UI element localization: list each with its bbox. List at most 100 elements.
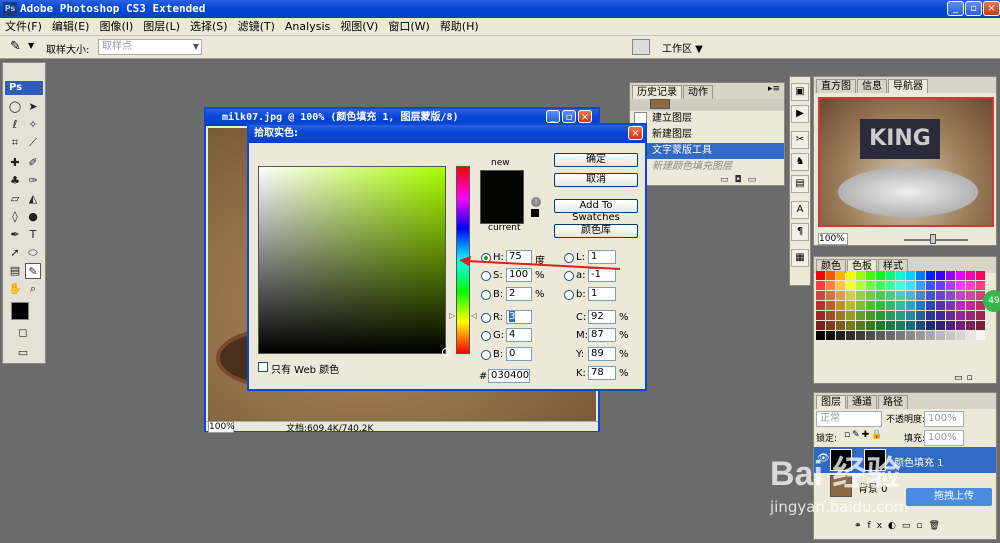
- brushes-icon[interactable]: ▣: [791, 83, 809, 101]
- swatch[interactable]: [816, 271, 825, 280]
- swatch[interactable]: [936, 311, 945, 320]
- swatch[interactable]: [906, 291, 915, 300]
- paint-bucket-icon[interactable]: ◭: [25, 191, 41, 207]
- shape-tool-icon[interactable]: ⬭: [25, 245, 41, 261]
- swatch[interactable]: [936, 301, 945, 310]
- swatch[interactable]: [936, 271, 945, 280]
- swatch[interactable]: [956, 331, 965, 340]
- foreground-color-swatch[interactable]: [11, 302, 29, 320]
- swatch[interactable]: [916, 331, 925, 340]
- web-safe-swatch[interactable]: [531, 209, 539, 217]
- swatch[interactable]: [856, 271, 865, 280]
- swatch[interactable]: [976, 311, 985, 320]
- eyedropper-tool-icon[interactable]: ✎: [25, 263, 41, 279]
- menu-select[interactable]: 选择(S): [185, 18, 233, 36]
- panel-menu-icon[interactable]: ▸≡: [768, 84, 780, 94]
- menu-image[interactable]: 图像(I): [94, 18, 138, 36]
- menu-edit[interactable]: 编辑(E): [47, 18, 95, 36]
- yellow-field[interactable]: 89: [588, 347, 616, 361]
- swatch[interactable]: [946, 311, 955, 320]
- swatch[interactable]: [946, 321, 955, 330]
- swatch[interactable]: [926, 281, 935, 290]
- swatches-footer-icons[interactable]: ▭▫: [954, 373, 977, 383]
- menu-help[interactable]: 帮助(H): [435, 18, 484, 36]
- web-colors-only-checkbox[interactable]: [258, 362, 268, 372]
- move-tool-icon[interactable]: ➤: [25, 99, 41, 115]
- history-snapshot[interactable]: [630, 99, 784, 111]
- swatch[interactable]: [916, 281, 925, 290]
- navigator-zoom-slider[interactable]: [904, 239, 968, 241]
- sample-size-select[interactable]: 取样点 ▼: [98, 39, 202, 55]
- swatch[interactable]: [886, 291, 895, 300]
- swatch[interactable]: [896, 301, 905, 310]
- swatch[interactable]: [966, 301, 975, 310]
- green-field[interactable]: 4: [506, 328, 532, 342]
- history-item[interactable]: 建立图层: [630, 111, 784, 127]
- swatch[interactable]: [866, 321, 875, 330]
- clone-source-icon[interactable]: ♞: [791, 153, 809, 171]
- swatch[interactable]: [866, 331, 875, 340]
- lab-b-field[interactable]: 1: [588, 287, 616, 301]
- swatch[interactable]: [896, 281, 905, 290]
- brightness-radio[interactable]: [481, 290, 491, 300]
- history-item[interactable]: 新建颜色填充图层: [630, 159, 784, 175]
- swatch[interactable]: [846, 321, 855, 330]
- swatch[interactable]: [866, 311, 875, 320]
- swatch[interactable]: [926, 321, 935, 330]
- tab-layers[interactable]: 图层: [816, 395, 846, 409]
- swatch[interactable]: [846, 311, 855, 320]
- swatch[interactable]: [826, 291, 835, 300]
- swatch[interactable]: [896, 291, 905, 300]
- swatch[interactable]: [956, 291, 965, 300]
- tab-history[interactable]: 历史记录: [632, 85, 682, 99]
- swatch[interactable]: [856, 331, 865, 340]
- menu-view[interactable]: 视图(V): [335, 18, 383, 36]
- menu-filter[interactable]: 滤镜(T): [233, 18, 280, 36]
- close-button[interactable]: ×: [983, 1, 1000, 16]
- drag-upload-button[interactable]: 拖拽上传: [906, 488, 992, 506]
- swatch[interactable]: [886, 311, 895, 320]
- navigator-preview[interactable]: KING: [818, 97, 994, 227]
- fill-field[interactable]: 100%: [924, 430, 964, 446]
- tab-histogram[interactable]: 直方图: [816, 79, 856, 93]
- tab-navigator[interactable]: 导航器: [888, 79, 928, 93]
- swatch[interactable]: [876, 281, 885, 290]
- opacity-field[interactable]: 100%: [924, 411, 964, 427]
- swatch[interactable]: [906, 331, 915, 340]
- swatch[interactable]: [956, 281, 965, 290]
- type-tool-icon[interactable]: T: [25, 227, 41, 243]
- minimize-button[interactable]: _: [947, 1, 964, 16]
- swatch[interactable]: [866, 301, 875, 310]
- magic-wand-icon[interactable]: ✧: [25, 117, 41, 133]
- swatch[interactable]: [846, 301, 855, 310]
- color-libraries-button[interactable]: 颜色库: [554, 224, 638, 238]
- swatch[interactable]: [956, 321, 965, 330]
- swatch[interactable]: [926, 271, 935, 280]
- tab-info[interactable]: 信息: [857, 79, 887, 93]
- swatch[interactable]: [916, 311, 925, 320]
- tab-actions[interactable]: 动作: [683, 85, 713, 99]
- swatch[interactable]: [946, 281, 955, 290]
- swatch[interactable]: [966, 281, 975, 290]
- swatch[interactable]: [836, 321, 845, 330]
- swatch[interactable]: [836, 271, 845, 280]
- swatch[interactable]: [906, 271, 915, 280]
- quick-mask-icon[interactable]: ◻: [15, 325, 31, 341]
- cyan-field[interactable]: 92: [588, 310, 616, 324]
- swatch[interactable]: [896, 311, 905, 320]
- swatch[interactable]: [816, 301, 825, 310]
- healing-brush-icon[interactable]: ✚: [7, 155, 23, 171]
- swatch[interactable]: [876, 291, 885, 300]
- swatch[interactable]: [956, 271, 965, 280]
- notes-tool-icon[interactable]: ▤: [7, 263, 23, 279]
- swatch[interactable]: [906, 311, 915, 320]
- hue-slider-left-arrow-icon[interactable]: ▷: [449, 311, 455, 320]
- swatch[interactable]: [916, 291, 925, 300]
- restore-button[interactable]: ▫: [965, 1, 982, 16]
- green-radio[interactable]: [481, 331, 491, 341]
- cancel-button[interactable]: 取消: [554, 173, 638, 187]
- pen-tool-icon[interactable]: ✒: [7, 227, 23, 243]
- swatch[interactable]: [876, 311, 885, 320]
- history-footer-icons[interactable]: ▭◘▭: [720, 175, 762, 185]
- lasso-tool-icon[interactable]: ℓ: [7, 117, 23, 133]
